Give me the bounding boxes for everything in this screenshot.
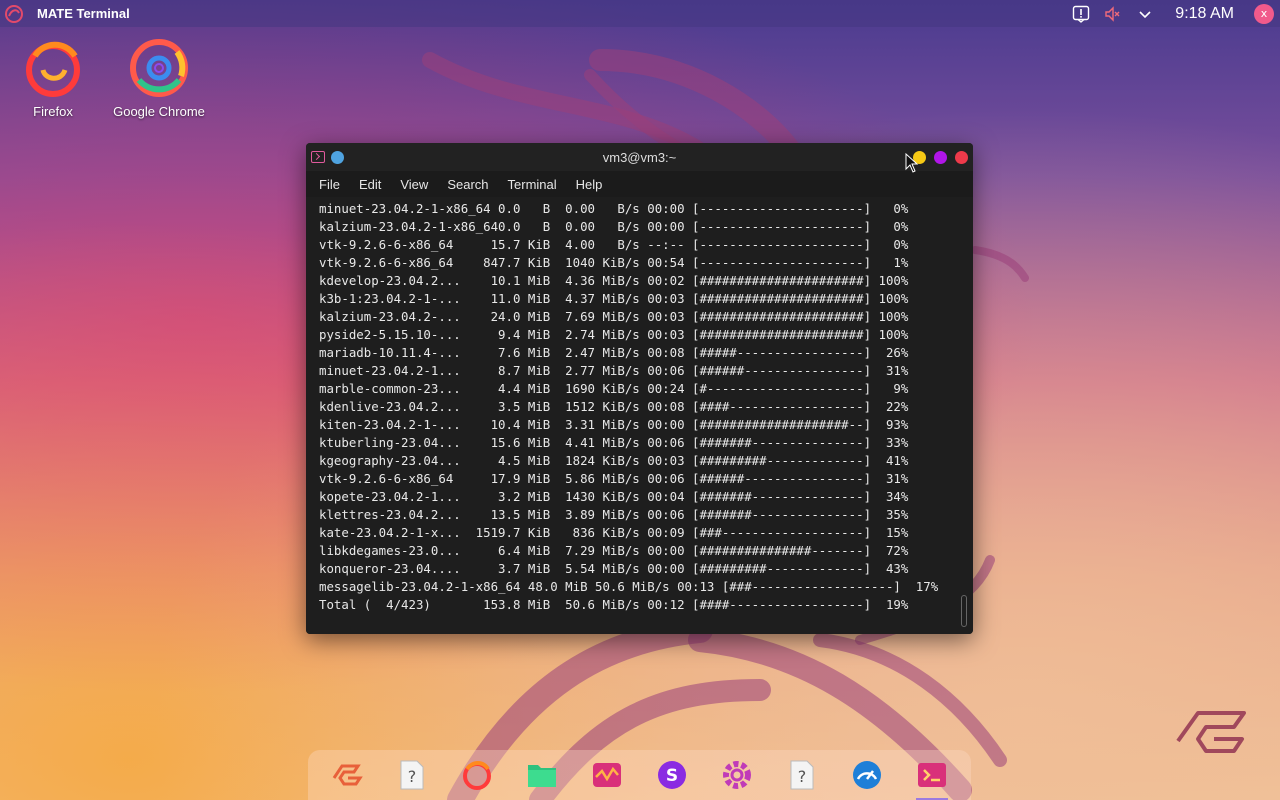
folder-icon <box>527 765 556 787</box>
dock-item-unknown-app-2[interactable]: ? <box>782 755 822 795</box>
dock-item-gauge[interactable] <box>847 755 887 795</box>
volume-muted-icon[interactable] <box>1103 4 1123 24</box>
garuda-logo-icon <box>332 764 363 786</box>
s-app-icon: S <box>658 761 687 789</box>
terminal-line: Total ( 4/423) 153.8 MiB 50.6 MiB/s 00:1… <box>319 597 909 612</box>
terminal-line: kopete-23.04.2-1... 3.2 MiB 1430 KiB/s 0… <box>319 489 909 504</box>
dock-item-files[interactable] <box>522 755 562 795</box>
terminal-line: kdenlive-23.04.2... 3.5 MiB 1512 KiB/s 0… <box>319 399 909 414</box>
menu-search[interactable]: Search <box>440 177 495 192</box>
dock-item-system-monitor[interactable] <box>587 755 627 795</box>
dock-item-app-s[interactable]: S <box>652 755 692 795</box>
terminal-line: kalzium-23.04.2-... 24.0 MiB 7.69 MiB/s … <box>319 309 909 324</box>
terminal-scrollbar[interactable] <box>959 199 967 631</box>
garuda-watermark-logo <box>1176 711 1246 753</box>
firefox-icon <box>462 761 491 790</box>
top-panel: MATE Terminal 9:18 AM x <box>0 0 1280 27</box>
terminal-line: messagelib-23.04.2-1-x86_64 48.0 MiB 50.… <box>319 579 939 594</box>
dock-item-unknown-app[interactable]: ? <box>392 755 432 795</box>
svg-text:S: S <box>666 766 678 786</box>
terminal-output[interactable]: minuet-23.04.2-1-x86_64 0.0 B 0.00 B/s 0… <box>306 197 973 634</box>
dock: ? S ? <box>308 750 971 800</box>
terminal-window: vm3@vm3:~ File Edit View Search Terminal… <box>306 143 973 634</box>
notification-icon[interactable] <box>1071 4 1091 24</box>
terminal-line: kate-23.04.2-1-x... 1519.7 KiB 836 KiB/s… <box>319 525 909 540</box>
terminal-line: kdevelop-23.04.2... 10.1 MiB 4.36 MiB/s … <box>319 273 909 288</box>
chevron-down-icon[interactable] <box>1135 4 1155 24</box>
dock-item-garuda[interactable] <box>327 755 367 795</box>
clock[interactable]: 9:18 AM <box>1175 5 1234 23</box>
svg-text:?: ? <box>407 767 416 786</box>
unknown-app-icon: ? <box>400 760 424 790</box>
terminal-line: vtk-9.2.6-6-x86_64 17.9 MiB 5.86 MiB/s 0… <box>319 471 909 486</box>
user-avatar[interactable]: x <box>1254 3 1274 24</box>
gauge-icon <box>853 761 882 789</box>
desktop-icon-label: Google Chrome <box>113 104 205 119</box>
firefox-icon <box>26 41 80 97</box>
terminal-line: ktuberling-23.04... 15.6 MiB 4.41 MiB/s … <box>319 435 909 450</box>
desktop-icon-google-chrome[interactable]: Google Chrome <box>104 36 214 119</box>
terminal-line: vtk-9.2.6-6-x86_64 15.7 KiB 4.00 B/s --:… <box>319 237 909 252</box>
mouse-cursor-icon <box>905 153 919 173</box>
terminal-icon <box>918 763 947 787</box>
menu-edit[interactable]: Edit <box>352 177 388 192</box>
menu-logo-icon[interactable] <box>3 3 25 25</box>
close-button[interactable] <box>955 150 968 164</box>
terminal-line: vtk-9.2.6-6-x86_64 847.7 KiB 1040 KiB/s … <box>319 255 909 270</box>
chrome-icon <box>130 39 188 97</box>
terminal-line: libkdegames-23.0... 6.4 MiB 7.29 MiB/s 0… <box>319 543 909 558</box>
terminal-line: marble-common-23... 4.4 MiB 1690 KiB/s 0… <box>319 381 909 396</box>
active-window-title: MATE Terminal <box>37 6 130 21</box>
unknown-app-icon: ? <box>790 760 814 790</box>
terminal-line: minuet-23.04.2-1... 8.7 MiB 2.77 MiB/s 0… <box>319 363 909 378</box>
terminal-line: pyside2-5.15.10-... 9.4 MiB 2.74 MiB/s 0… <box>319 327 909 342</box>
gear-icon <box>723 761 752 789</box>
svg-text:?: ? <box>798 767 807 786</box>
terminal-line: kiten-23.04.2-1-... 10.4 MiB 3.31 MiB/s … <box>319 417 909 432</box>
scrollbar-thumb[interactable] <box>961 595 967 627</box>
maximize-button[interactable] <box>934 150 947 164</box>
system-monitor-icon <box>592 763 621 787</box>
window-menu-button[interactable] <box>331 150 344 164</box>
menu-help[interactable]: Help <box>569 177 610 192</box>
dock-item-settings[interactable] <box>717 755 757 795</box>
desktop-icon-firefox[interactable]: Firefox <box>0 36 108 119</box>
menu-terminal[interactable]: Terminal <box>501 177 564 192</box>
terminal-app-icon <box>311 151 325 163</box>
terminal-menubar: File Edit View Search Terminal Help <box>306 171 973 197</box>
user-initial: x <box>1260 7 1268 20</box>
window-title: vm3@vm3:~ <box>602 149 677 165</box>
terminal-line: konqueror-23.04.... 3.7 MiB 5.54 MiB/s 0… <box>319 561 909 576</box>
terminal-line: kgeography-23.04... 4.5 MiB 1824 KiB/s 0… <box>319 453 909 468</box>
terminal-line: klettres-23.04.2... 13.5 MiB 3.89 MiB/s … <box>319 507 909 522</box>
menu-view[interactable]: View <box>393 177 435 192</box>
terminal-line: minuet-23.04.2-1-x86_64 0.0 B 0.00 B/s 0… <box>319 201 909 216</box>
terminal-line: k3b-1:23.04.2-1-... 11.0 MiB 4.37 MiB/s … <box>319 291 909 306</box>
terminal-titlebar[interactable]: vm3@vm3:~ <box>306 143 973 171</box>
dock-item-firefox[interactable] <box>457 755 497 795</box>
terminal-line: kalzium-23.04.2-1-x86_640.0 B 0.00 B/s 0… <box>319 219 909 234</box>
terminal-line: mariadb-10.11.4-... 7.6 MiB 2.47 MiB/s 0… <box>319 345 909 360</box>
desktop-icon-label: Firefox <box>33 104 73 119</box>
menu-file[interactable]: File <box>312 177 347 192</box>
dock-item-terminal[interactable] <box>912 755 952 800</box>
